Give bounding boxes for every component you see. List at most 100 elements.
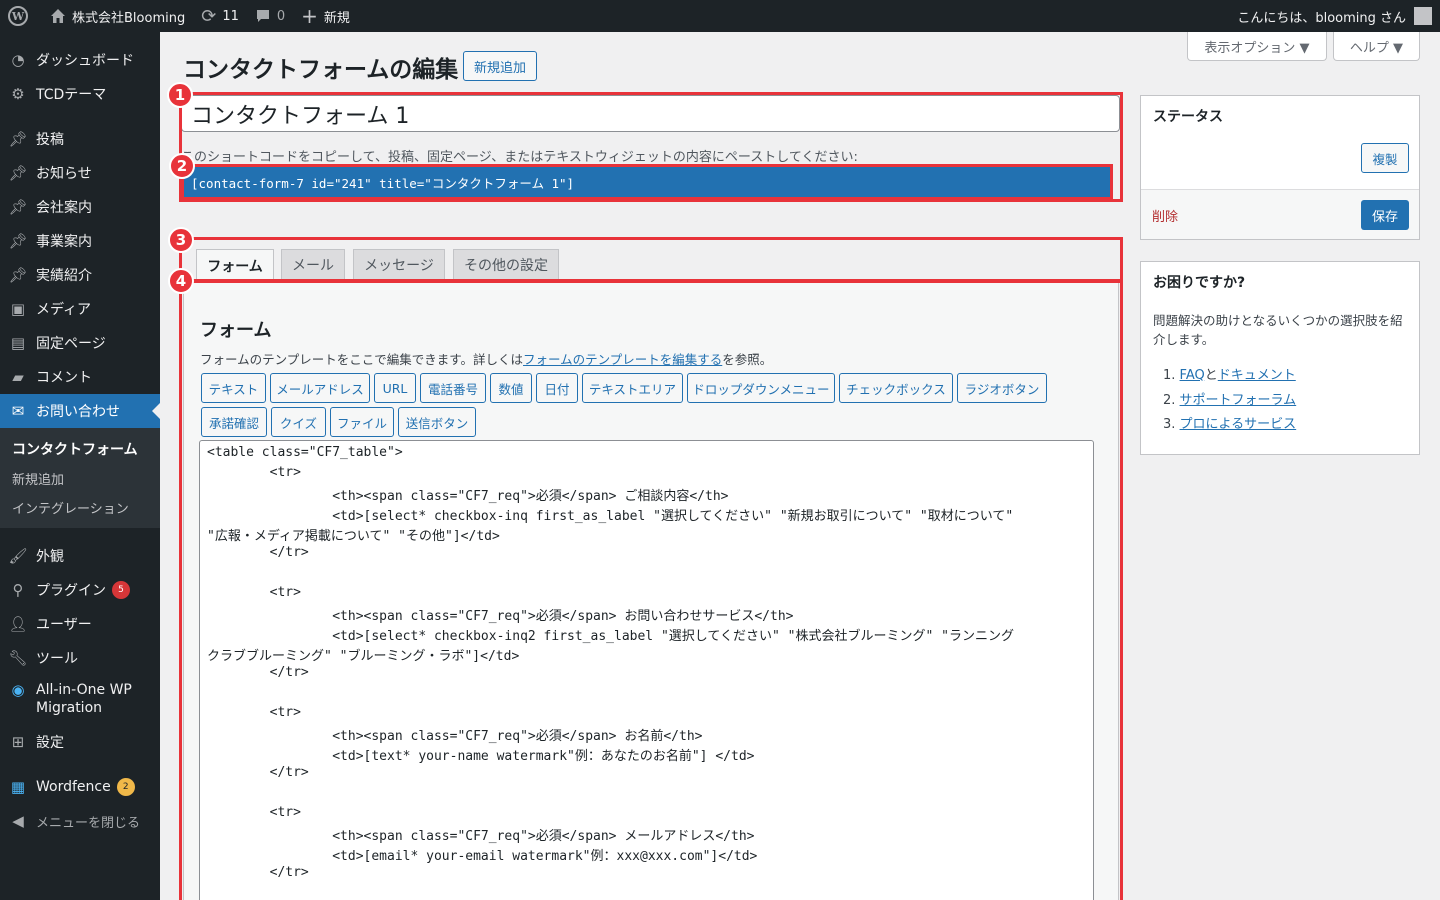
sidebar-item-news[interactable]: 📌︎ お知らせ xyxy=(0,156,160,190)
sidebar-item-comments[interactable]: ▰ コメント xyxy=(0,360,160,394)
home-icon xyxy=(50,8,66,24)
pin-icon: 📌︎ xyxy=(8,232,28,250)
sidebar-item-media[interactable]: ▣ メディア xyxy=(0,292,160,326)
dashboard-icon: ◔ xyxy=(11,51,25,69)
wrench-icon: 🔧︎ xyxy=(8,649,28,667)
sidebar-item-label: 投稿 xyxy=(36,132,64,148)
sidebar-item-tools[interactable]: 🔧︎ ツール xyxy=(0,641,160,675)
sidebar-item-label-wrap: All-in-One WP Migration xyxy=(36,681,132,717)
duplicate-button[interactable]: 複製 xyxy=(1361,143,1409,173)
status-box-title: ステータス xyxy=(1153,109,1223,125)
collapse-menu-button[interactable]: ◀ メニューを閉じる xyxy=(0,804,160,838)
submenu-item-add-new[interactable]: 新規追加 xyxy=(0,464,160,493)
sidebar-item-label: お問い合わせ xyxy=(36,404,120,420)
sidebar-item-settings[interactable]: ⊞ 設定 xyxy=(0,725,160,759)
refresh-icon: ⟳ xyxy=(201,5,217,27)
collapse-icon: ◀ xyxy=(12,812,24,830)
sidebar-item-label: Wordfence xyxy=(36,779,111,795)
sidebar-item-migration[interactable]: ◉ All-in-One WP Migration xyxy=(0,675,160,725)
new-content-menu[interactable]: + 新規 xyxy=(293,0,358,32)
help-item-joiner: と xyxy=(1204,368,1218,383)
sidebar-item-label: お知らせ xyxy=(36,166,92,182)
wp-logo-menu[interactable]: W xyxy=(0,0,36,32)
sidebar-item-label: 設定 xyxy=(36,735,64,751)
updates-count: 11 xyxy=(222,8,239,24)
account-menu[interactable]: こんにちは、blooming さん xyxy=(1237,0,1432,32)
help-button[interactable]: ヘルプ ▼ xyxy=(1333,32,1420,61)
migration-icon: ◉ xyxy=(11,681,25,699)
comment-bubble-icon xyxy=(255,8,271,24)
faq-link[interactable]: FAQ xyxy=(1180,368,1205,383)
sidebar-item-tcd-theme[interactable]: ⚙ TCDテーマ xyxy=(0,77,160,111)
page-title: コンタクトフォームの編集 xyxy=(183,57,459,83)
sidebar-item-label: TCDテーマ xyxy=(36,87,107,103)
page-icon: ▤ xyxy=(10,334,26,352)
updates-menu[interactable]: ⟳ 11 xyxy=(193,0,247,32)
sidebar-item-label: 会社案内 xyxy=(36,200,92,216)
sidebar-item-pages[interactable]: ▤ 固定ページ xyxy=(0,326,160,360)
sidebar-item-label: 事業案内 xyxy=(36,234,92,250)
help-label: ヘルプ ▼ xyxy=(1349,40,1404,56)
greeting: こんにちは、blooming さん xyxy=(1237,10,1406,26)
plugin-update-badge: 5 xyxy=(112,581,130,599)
sidebar-item-label: メディア xyxy=(36,302,92,318)
support-forum-link[interactable]: サポートフォーラム xyxy=(1180,393,1297,408)
annotation-marker-1: 1 xyxy=(167,82,193,108)
wordfence-badge: 2 xyxy=(116,778,135,796)
settings-icon: ⊞ xyxy=(11,733,25,751)
docs-link[interactable]: ドキュメント xyxy=(1218,368,1296,383)
user-icon: 👤︎ xyxy=(8,615,28,633)
pro-services-link[interactable]: プロによるサービス xyxy=(1180,417,1297,432)
admin-bar: W 株式会社Blooming ⟳ 11 0 + 新規 こんにちは、bloomin… xyxy=(0,0,1440,32)
help-item-number: 1. xyxy=(1163,368,1176,383)
help-box-title: お困りですか? xyxy=(1153,275,1246,291)
comments-menu[interactable]: 0 xyxy=(247,0,293,32)
sidebar-item-appearance[interactable]: 🖌︎ 外観 xyxy=(0,539,160,573)
sidebar-item-label: ダッシュボード xyxy=(36,53,134,69)
plus-icon: + xyxy=(301,4,318,28)
help-item-number: 2. xyxy=(1163,393,1176,408)
delete-link[interactable]: 削除 xyxy=(1152,206,1178,225)
site-name-menu[interactable]: 株式会社Blooming xyxy=(36,0,193,32)
sidebar-item-posts[interactable]: 📌︎ 投稿 xyxy=(0,122,160,156)
sidebar-item-label: プラグイン xyxy=(36,583,106,599)
media-icon: ▣ xyxy=(10,300,26,318)
pin-icon: 📌︎ xyxy=(8,164,28,182)
sidebar-item-label-line2: Migration xyxy=(36,700,103,716)
sidebar-item-users[interactable]: 👤︎ ユーザー xyxy=(0,607,160,641)
sidebar-item-company[interactable]: 📌︎ 会社案内 xyxy=(0,190,160,224)
screen-options-label: 表示オプション ▼ xyxy=(1204,40,1310,56)
annotation-marker-2: 2 xyxy=(169,153,195,179)
screen-options-button[interactable]: 表示オプション ▼ xyxy=(1187,32,1327,61)
sidebar-item-label: 固定ページ xyxy=(36,336,106,352)
sidebar-item-business[interactable]: 📌︎ 事業案内 xyxy=(0,224,160,258)
help-item-3: 3. プロによるサービス xyxy=(1163,413,1296,432)
sidebar-item-works[interactable]: 📌︎ 実績紹介 xyxy=(0,258,160,292)
annotation-box-3 xyxy=(179,237,1123,282)
sidebar-item-label: コメント xyxy=(36,370,92,386)
help-description: 問題解決の助けとなるいくつかの選択肢を紹介します。 xyxy=(1153,313,1403,347)
pin-icon: 📌︎ xyxy=(8,130,28,148)
brush-icon: 🖌︎ xyxy=(8,547,28,565)
sidebar-item-dashboard[interactable]: ◔ ダッシュボード xyxy=(0,43,160,77)
sidebar-item-wordfence[interactable]: ▦ Wordfence 2 xyxy=(0,770,160,804)
annotation-box-2 xyxy=(181,164,1113,200)
help-item-number: 3. xyxy=(1163,417,1176,432)
sidebar-item-label: 実績紹介 xyxy=(36,268,92,284)
sidebar-item-plugins[interactable]: ⚲ プラグイン 5 xyxy=(0,573,160,607)
sidebar-item-label: メニューを閉じる xyxy=(36,815,141,831)
wordfence-icon: ▦ xyxy=(10,778,26,796)
admin-sidebar: ◔ ダッシュボード ⚙ TCDテーマ 📌︎ 投稿 📌︎ お知らせ 📌︎ 会社案内… xyxy=(0,32,160,900)
sidebar-item-label: ユーザー xyxy=(36,617,92,633)
pin-icon: 📌︎ xyxy=(8,266,28,284)
submenu-item-contact-forms[interactable]: コンタクトフォーム xyxy=(0,434,160,464)
sidebar-item-label: All-in-One WP xyxy=(36,682,132,698)
sidebar-item-contact[interactable]: ✉ お問い合わせ xyxy=(0,394,160,428)
add-new-button[interactable]: 新規追加 xyxy=(463,51,537,81)
annotation-box-4 xyxy=(179,280,1123,900)
help-item-2: 2. サポートフォーラム xyxy=(1163,389,1296,408)
save-button[interactable]: 保存 xyxy=(1361,200,1409,230)
submenu-item-integration[interactable]: インテグレーション xyxy=(0,493,160,522)
sidebar-item-label: ツール xyxy=(36,651,78,667)
pin-icon: 📌︎ xyxy=(8,198,28,216)
